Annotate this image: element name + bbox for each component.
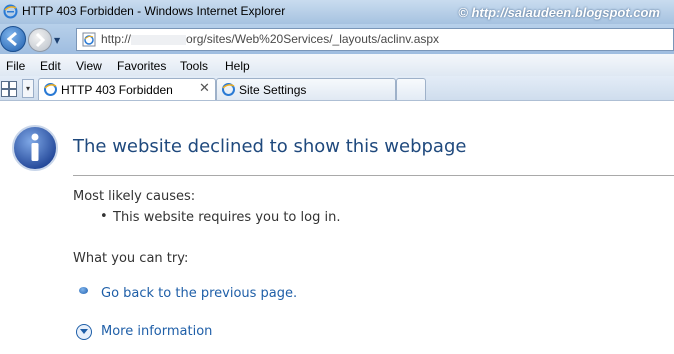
info-icon [11, 124, 59, 172]
go-back-link[interactable]: Go back to the previous page. [101, 286, 297, 301]
menu-file[interactable]: File [6, 59, 25, 73]
tab-list-dropdown-icon[interactable]: ▾ [22, 79, 34, 98]
menu-help[interactable]: Help [225, 59, 250, 73]
address-prefix: http:// [101, 32, 132, 46]
address-url[interactable]: http:// org/sites/Web%20Services/_layouts… [101, 32, 439, 46]
recent-pages-dropdown-icon[interactable]: ▼ [54, 36, 60, 45]
address-redacted [131, 34, 187, 45]
ie-logo-icon [3, 4, 18, 19]
back-button[interactable] [0, 26, 26, 52]
tab-close-icon[interactable]: ✕ [199, 81, 210, 96]
tab-ie-icon [43, 82, 58, 97]
heading-divider [73, 175, 674, 176]
bullet-icon: • [100, 209, 108, 224]
link-bullet-icon [79, 287, 88, 294]
title-bar: HTTP 403 Forbidden - Windows Internet Ex… [0, 0, 674, 24]
address-suffix: org/sites/Web%20Services/_layouts/aclinv… [186, 32, 440, 46]
navigation-bar: ▼ http:// org/sites/Web%20Services/_layou… [0, 24, 674, 54]
tab-ie-icon [221, 82, 236, 97]
tab-label: HTTP 403 Forbidden [61, 83, 173, 97]
page-content: The website declined to show this webpag… [0, 101, 674, 354]
tab-label: Site Settings [239, 83, 307, 97]
menu-favorites[interactable]: Favorites [117, 59, 166, 73]
try-label: What you can try: [73, 251, 189, 266]
watermark: © http://salaudeen.blogspot.com [458, 5, 660, 20]
expand-more-info-icon[interactable] [76, 324, 92, 340]
forward-button[interactable] [28, 28, 52, 52]
cause-item: This website requires you to log in. [113, 210, 341, 225]
menu-tools[interactable]: Tools [180, 59, 208, 73]
more-information-link[interactable]: More information [101, 324, 212, 339]
forward-arrow-icon [35, 32, 46, 48]
page-heading: The website declined to show this webpag… [73, 136, 467, 157]
page-icon [82, 32, 97, 47]
menu-edit[interactable]: Edit [40, 59, 61, 73]
quick-tabs-icon[interactable] [0, 79, 18, 97]
tab-bar: ▾ HTTP 403 Forbidden ✕ Site Settings [0, 76, 674, 101]
address-bar[interactable]: http:// org/sites/Web%20Services/_layouts… [76, 28, 674, 51]
menu-bar: File Edit View Favorites Tools Help [0, 54, 674, 77]
back-arrow-icon [6, 31, 17, 47]
menu-view[interactable]: View [76, 59, 102, 73]
new-tab-button[interactable] [396, 78, 426, 100]
tab-site-settings[interactable]: Site Settings [216, 78, 396, 100]
causes-label: Most likely causes: [73, 189, 196, 204]
window-title: HTTP 403 Forbidden - Windows Internet Ex… [22, 4, 286, 18]
tab-http-403-forbidden[interactable]: HTTP 403 Forbidden ✕ [38, 78, 216, 100]
